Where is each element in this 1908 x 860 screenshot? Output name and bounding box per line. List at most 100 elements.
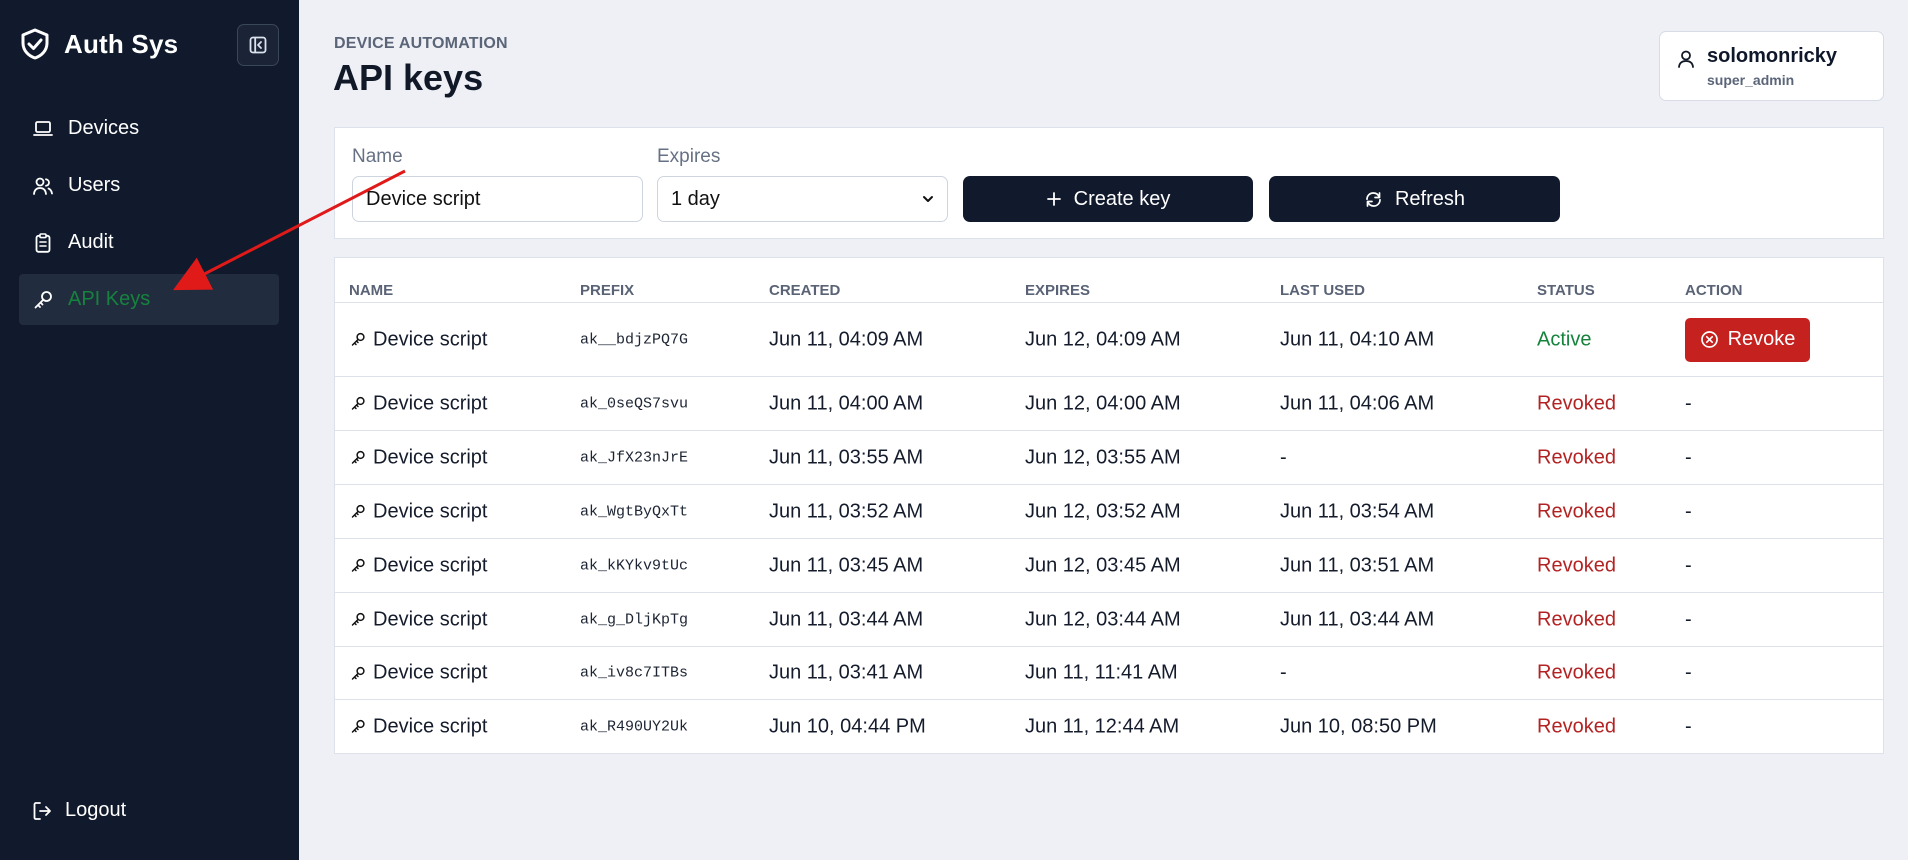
brand-title: Auth Sys	[64, 28, 179, 59]
action-placeholder: -	[1685, 392, 1692, 414]
key-icon	[34, 290, 52, 308]
revoke-button[interactable]: Revoke	[1685, 317, 1810, 362]
last-used-date: Jun 10, 08:50 PM	[1280, 715, 1437, 737]
action-cell: Revoke	[1685, 317, 1810, 362]
table-row: Device script ak_g_DljKpTg Jun 11, 03:44…	[335, 592, 1883, 646]
page-eyebrow: DEVICE AUTOMATION	[334, 35, 508, 52]
api-keys-table: NAME PREFIX CREATED EXPIRES LAST USED ST…	[334, 257, 1884, 754]
key-prefix: ak_g_DljKpTg	[580, 611, 689, 628]
key-name-cell: Device script	[350, 500, 487, 523]
user-role: super_admin	[1707, 72, 1795, 88]
created-date: Jun 11, 03:45 AM	[769, 554, 924, 576]
expires-date: Jun 12, 03:44 AM	[1025, 608, 1181, 630]
revoke-label: Revoke	[1727, 328, 1796, 350]
key-icon	[351, 719, 365, 733]
status-badge: Revoked	[1537, 446, 1616, 468]
expires-date: Jun 11, 11:41 AM	[1025, 661, 1178, 684]
last-used-date: -	[1280, 661, 1287, 684]
sidebar-item-users[interactable]: Users	[19, 160, 279, 211]
user-name: solomonricky	[1707, 45, 1838, 67]
name-field-value: Device script	[366, 187, 481, 210]
last-used-date: Jun 11, 04:10 AM	[1280, 328, 1435, 350]
user-profile-card[interactable]: solomonricky super_admin	[1659, 31, 1884, 101]
expires-select[interactable]: 1 day	[657, 176, 948, 222]
sidebar-item-devices[interactable]: Devices	[19, 103, 279, 154]
log-out-icon	[33, 801, 51, 820]
key-name-cell: Device script	[350, 715, 487, 738]
action-placeholder: -	[1685, 608, 1692, 630]
action-placeholder: -	[1685, 500, 1692, 522]
users-icon	[33, 177, 53, 195]
created-date: Jun 10, 04:44 PM	[769, 715, 926, 737]
created-date: Jun 11, 04:09 AM	[769, 328, 924, 350]
key-name-cell: Device script	[350, 554, 487, 577]
sidebar: Auth Sys Devices Users Audit API Keys Lo…	[0, 0, 299, 860]
table-row: Device script ak_R490UY2Uk Jun 10, 04:44…	[335, 699, 1883, 753]
name-field[interactable]: Device script	[352, 176, 643, 222]
last-used-date: -	[1280, 446, 1287, 468]
collapse-sidebar-button[interactable]	[237, 24, 279, 66]
logout-button[interactable]: Logout	[31, 799, 126, 822]
key-icon	[351, 558, 365, 572]
last-used-date: Jun 11, 03:51 AM	[1280, 554, 1435, 576]
sidebar-nav: Devices Users Audit API Keys	[19, 103, 279, 331]
column-header-name: NAME	[349, 282, 394, 299]
key-icon	[351, 612, 365, 626]
table-row: Device script ak_kKYkv9tUc Jun 11, 03:45…	[335, 538, 1883, 592]
last-used-date: Jun 11, 03:44 AM	[1280, 608, 1435, 630]
status-badge: Revoked	[1537, 715, 1616, 737]
status-badge: Revoked	[1537, 661, 1616, 684]
key-prefix: ak_JfX23nJrE	[580, 449, 689, 466]
column-header-prefix: PREFIX	[580, 282, 635, 299]
expires-date: Jun 12, 03:55 AM	[1025, 446, 1181, 468]
table-row: Device script ak_iv8c7ITBs Jun 11, 03:41…	[335, 646, 1883, 699]
brand[interactable]: Auth Sys	[20, 28, 178, 60]
created-date: Jun 11, 03:44 AM	[769, 608, 924, 630]
clipboard-icon	[35, 232, 51, 253]
key-icon	[351, 666, 365, 680]
column-header-action: ACTION	[1685, 282, 1743, 299]
refresh-label: Refresh	[1394, 187, 1466, 210]
sidebar-item-label: API Keys	[68, 288, 151, 310]
status-badge: Revoked	[1537, 608, 1616, 630]
plus-icon	[1046, 192, 1061, 206]
column-header-status: STATUS	[1537, 282, 1595, 299]
name-label: Name	[352, 146, 403, 167]
column-header-expires: EXPIRES	[1025, 282, 1091, 299]
last-used-date: Jun 11, 04:06 AM	[1280, 392, 1435, 414]
sidebar-item-audit[interactable]: Audit	[19, 217, 279, 268]
table-row: Device script ak_JfX23nJrE Jun 11, 03:55…	[335, 430, 1883, 484]
expires-date: Jun 12, 04:00 AM	[1025, 392, 1181, 414]
expires-date: Jun 12, 03:45 AM	[1025, 554, 1181, 576]
created-date: Jun 11, 03:41 AM	[769, 661, 924, 684]
created-date: Jun 11, 04:00 AM	[769, 392, 924, 414]
sidebar-item-api-keys[interactable]: API Keys	[19, 274, 279, 325]
key-name-cell: Device script	[350, 608, 487, 631]
key-icon	[351, 396, 365, 410]
chevron-down-icon	[923, 196, 933, 202]
action-placeholder: -	[1685, 661, 1692, 684]
sidebar-item-label: Users	[68, 174, 121, 196]
key-icon	[351, 450, 365, 464]
refresh-button[interactable]: Refresh	[1269, 176, 1560, 222]
action-placeholder: -	[1685, 554, 1692, 576]
key-name-cell: Device script	[350, 392, 487, 415]
action-placeholder: -	[1685, 446, 1692, 468]
table-row: Device script ak__bdjzPQ7G Jun 11, 04:09…	[335, 302, 1883, 376]
status-badge: Revoked	[1537, 554, 1616, 576]
key-prefix: ak_0seQS7svu	[580, 395, 689, 412]
create-key-label: Create key	[1073, 187, 1171, 210]
key-name-cell: Device script	[350, 446, 487, 469]
key-prefix: ak_R490UY2Uk	[580, 718, 689, 735]
column-header-created: CREATED	[769, 282, 841, 299]
create-key-button[interactable]: Create key	[963, 176, 1253, 222]
key-name-cell: Device script	[350, 328, 487, 351]
key-prefix: ak_kKYkv9tUc	[580, 557, 689, 574]
last-used-date: Jun 11, 03:54 AM	[1280, 500, 1435, 522]
key-prefix: ak_iv8c7ITBs	[580, 664, 689, 682]
x-circle-icon	[1700, 331, 1718, 348]
created-date: Jun 11, 03:52 AM	[769, 500, 924, 522]
main-content: DEVICE AUTOMATION API keys solomonricky …	[299, 0, 1908, 860]
key-name-cell: Device script	[350, 662, 487, 685]
created-date: Jun 11, 03:55 AM	[769, 446, 924, 468]
